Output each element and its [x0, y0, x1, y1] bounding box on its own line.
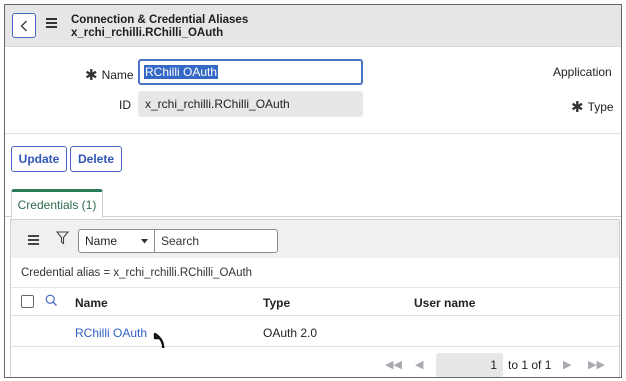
list-search-input[interactable]: Search	[155, 230, 277, 252]
id-field-label: ID	[119, 98, 131, 112]
record-form: ✱ Name RChilli OAuth ID x_rchi_rchilli.RC…	[5, 47, 621, 133]
id-field[interactable]: x_rchi_rchilli.RChilli_OAuth	[138, 91, 363, 117]
column-search-icon[interactable]	[45, 294, 58, 307]
page-number-input[interactable]: 1	[436, 353, 503, 377]
first-page-icon[interactable]: ◀◀	[385, 358, 402, 371]
column-header-type[interactable]: Type	[263, 296, 290, 310]
table-row: RChilli OAuth OAuth 2.0	[11, 317, 619, 350]
update-button[interactable]: Update	[11, 146, 67, 172]
back-button[interactable]	[12, 13, 36, 38]
last-page-icon[interactable]: ▶▶	[588, 358, 605, 371]
tab-credentials[interactable]: Credentials (1)	[11, 189, 103, 218]
search-field-select-value: Name	[85, 234, 118, 248]
form-header: Connection & Credential Aliases x_rchi_r…	[5, 5, 621, 47]
filter-icon[interactable]	[56, 231, 69, 245]
form-actions: Update Delete	[5, 133, 621, 189]
credential-name-link[interactable]: RChilli OAuth	[75, 326, 147, 340]
page-title-record: x_rchi_rchilli.RChilli_OAuth	[71, 27, 224, 39]
previous-page-icon[interactable]: ◀	[415, 358, 423, 371]
required-asterisk-icon: ✱	[571, 99, 584, 116]
credential-type-cell: OAuth 2.0	[263, 326, 318, 340]
caret-down-icon	[141, 239, 148, 244]
name-field-label: ✱ Name	[85, 67, 134, 84]
list-toolbar: Name Search	[11, 220, 619, 258]
form-window: Connection & Credential Aliases x_rchi_r…	[4, 4, 622, 378]
table-header-row: Name Type User name	[11, 288, 619, 316]
related-list-tabs: Credentials (1)	[5, 189, 621, 218]
chevron-left-icon	[20, 20, 27, 31]
list-search-group: Name Search	[78, 229, 278, 253]
page-range-text: to 1 of 1	[508, 358, 552, 372]
list-pagination: ◀◀ ◀ 1 to 1 of 1 ▶ ▶▶	[11, 348, 619, 377]
name-input[interactable]: RChilli OAuth	[138, 59, 363, 85]
select-all-checkbox[interactable]	[21, 295, 34, 308]
hamburger-menu-icon[interactable]	[46, 18, 57, 28]
application-field-label: Application	[553, 65, 612, 79]
credentials-related-list: Name Search Credential alias = x_rchi_rc…	[10, 219, 620, 377]
page-title-table: Connection & Credential Aliases	[71, 14, 249, 26]
page-title: Connection & Credential Aliases x_rchi_r…	[71, 14, 248, 40]
column-header-user-name[interactable]: User name	[414, 296, 475, 310]
name-input-value: RChilli OAuth	[144, 65, 219, 79]
list-menu-icon[interactable]	[28, 235, 39, 247]
next-page-icon[interactable]: ▶	[563, 358, 571, 371]
type-field-label: ✱ Type	[571, 99, 614, 116]
delete-button[interactable]: Delete	[70, 146, 122, 172]
column-header-name[interactable]: Name	[75, 296, 108, 310]
required-asterisk-icon: ✱	[85, 67, 98, 84]
filter-breadcrumb[interactable]: Credential alias = x_rchi_rchilli.RChill…	[11, 258, 619, 288]
